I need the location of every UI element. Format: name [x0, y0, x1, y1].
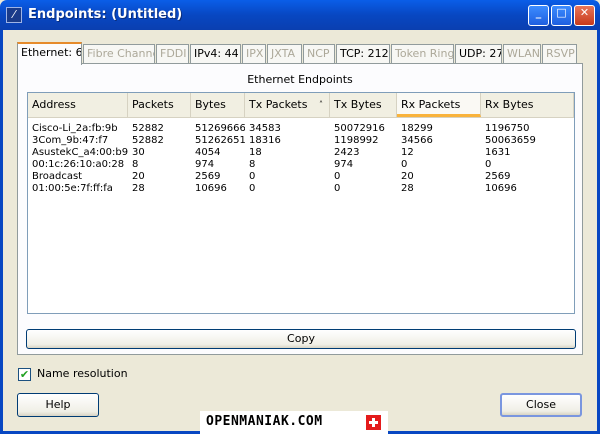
column-header-label: Tx Packets	[249, 98, 308, 111]
cell-tx-packets: 8	[249, 159, 256, 170]
cell-rx-bytes: 50063659	[485, 135, 536, 146]
table-row[interactable]: AsustekC_a4:00:b9 30 4054 18 2423 12 1631	[28, 147, 574, 159]
cell-rx-bytes: 10696	[485, 183, 517, 194]
cell-tx-bytes: 0	[334, 183, 341, 194]
tab-ipx[interactable]: IPX	[242, 44, 266, 64]
cell-address: AsustekC_a4:00:b9	[32, 147, 128, 158]
tab-ethernet-6[interactable]: Ethernet: 6	[17, 42, 82, 65]
column-header-packets[interactable]: Packets	[128, 93, 191, 117]
column-header-address[interactable]: Address	[28, 93, 128, 117]
tab-tcp-212[interactable]: TCP: 212	[336, 44, 390, 64]
cell-rx-packets: 28	[401, 183, 414, 194]
cell-tx-bytes: 50072916	[334, 123, 385, 134]
endpoints-table[interactable]: Address Packets Bytes Tx Packets ˄ Tx Bytes Rx…	[27, 92, 575, 314]
panel-title: Ethernet Endpoints	[247, 73, 353, 86]
cell-tx-bytes: 1198992	[334, 135, 379, 146]
cell-tx-packets: 34583	[249, 123, 281, 134]
cell-address: Broadcast	[32, 171, 83, 182]
close-button[interactable]: Close	[500, 393, 582, 417]
name-resolution-checkbox[interactable]: ✔	[18, 368, 31, 381]
copy-button[interactable]: Copy	[26, 329, 576, 349]
column-header-label: Address	[32, 98, 76, 111]
cell-tx-packets: 0	[249, 183, 256, 194]
window-title: Endpoints: (Untitled)	[28, 7, 183, 22]
cell-packets: 20	[132, 171, 145, 182]
tab-token-ring[interactable]: Token Ring	[391, 44, 454, 64]
cell-rx-bytes: 2569	[485, 171, 511, 182]
cell-tx-bytes: 0	[334, 171, 341, 182]
column-header-bytes[interactable]: Bytes	[191, 93, 245, 117]
maximize-icon[interactable]: □	[551, 5, 572, 26]
column-header-label: Rx Bytes	[485, 98, 534, 111]
table-row[interactable]: 01:00:5e:7f:ff:fa 28 10696 0 0 28 10696	[28, 183, 574, 195]
tab-udp-27[interactable]: UDP: 27	[455, 44, 502, 64]
cell-packets: 52882	[132, 135, 164, 146]
watermark-logo: OPENMANIAK.COM	[200, 411, 388, 434]
cell-rx-packets: 0	[401, 159, 408, 170]
sort-arrow-icon: ˄	[319, 100, 323, 109]
cell-packets: 8	[132, 159, 139, 170]
cell-rx-bytes: 1196750	[485, 123, 530, 134]
cell-rx-packets: 12	[401, 147, 414, 158]
cell-tx-packets: 18	[249, 147, 262, 158]
table-row[interactable]: Broadcast 20 2569 0 0 20 2569	[28, 171, 574, 183]
cell-bytes: 10696	[195, 183, 227, 194]
column-header-tx-packets[interactable]: Tx Packets ˄	[245, 93, 330, 117]
tab-panel: Ethernet Endpoints Address Packets Bytes Tx…	[17, 63, 583, 355]
table-header: Address Packets Bytes Tx Packets ˄ Tx Bytes Rx…	[28, 93, 574, 118]
close-icon[interactable]: ✕	[574, 5, 595, 26]
watermark-text: OPENMANIAK.COM	[206, 414, 323, 429]
tab-fibre-channel[interactable]: Fibre Channel	[83, 44, 155, 64]
cell-packets: 28	[132, 183, 145, 194]
cell-address: 3Com_9b:47:f7	[32, 135, 109, 146]
help-button[interactable]: Help	[17, 393, 99, 417]
column-header-label: Rx Packets	[401, 98, 461, 111]
cell-bytes: 2569	[195, 171, 221, 182]
table-row[interactable]: Cisco-Li_2a:fb:9b 52882 51269666 34583 50072…	[28, 123, 574, 135]
cell-rx-packets: 18299	[401, 123, 433, 134]
column-header-label: Packets	[132, 98, 174, 111]
cell-rx-bytes: 0	[485, 159, 492, 170]
cell-bytes: 51262651	[195, 135, 245, 146]
cell-rx-packets: 20	[401, 171, 414, 182]
column-header-label: Tx Bytes	[334, 98, 382, 111]
tab-wlan[interactable]: WLAN	[503, 44, 541, 64]
cell-packets: 30	[132, 147, 145, 158]
name-resolution-label[interactable]: Name resolution	[37, 367, 128, 380]
cell-address: 00:1c:26:10:a0:28	[32, 159, 125, 170]
cell-packets: 52882	[132, 123, 164, 134]
tab-ncp[interactable]: NCP	[303, 44, 335, 64]
swiss-flag-icon	[366, 415, 381, 430]
column-header-tx-bytes[interactable]: Tx Bytes	[330, 93, 397, 117]
table-row[interactable]: 3Com_9b:47:f7 52882 51262651 18316 1198992 34…	[28, 135, 574, 147]
cell-tx-bytes: 974	[334, 159, 354, 170]
column-header-rx-packets[interactable]: Rx Packets	[397, 93, 481, 117]
minimize-icon[interactable]: _	[528, 5, 549, 26]
table-row[interactable]: 00:1c:26:10:a0:28 8 974 8 974 0 0	[28, 159, 574, 171]
cell-bytes: 974	[195, 159, 215, 170]
cell-tx-bytes: 2423	[334, 147, 360, 158]
cell-rx-packets: 34566	[401, 135, 433, 146]
column-header-label: Bytes	[195, 98, 226, 111]
tab-jxta[interactable]: JXTA	[267, 44, 302, 64]
title-bar[interactable]: ⁄ Endpoints: (Untitled) _ □ ✕	[0, 0, 600, 30]
cell-bytes: 4054	[195, 147, 221, 158]
cell-address: 01:00:5e:7f:ff:fa	[32, 183, 113, 194]
cell-tx-packets: 0	[249, 171, 256, 182]
column-header-rx-bytes[interactable]: Rx Bytes	[481, 93, 574, 117]
cell-tx-packets: 18316	[249, 135, 281, 146]
cell-address: Cisco-Li_2a:fb:9b	[32, 123, 118, 134]
tab-rsvp[interactable]: RSVP	[542, 44, 577, 64]
cell-bytes: 51269666	[195, 123, 245, 134]
tab-fddi[interactable]: FDDI	[156, 44, 189, 64]
tab-ipv4-44[interactable]: IPv4: 44	[190, 44, 241, 64]
cell-rx-bytes: 1631	[485, 147, 511, 158]
wireshark-app-icon[interactable]: ⁄	[6, 7, 22, 23]
